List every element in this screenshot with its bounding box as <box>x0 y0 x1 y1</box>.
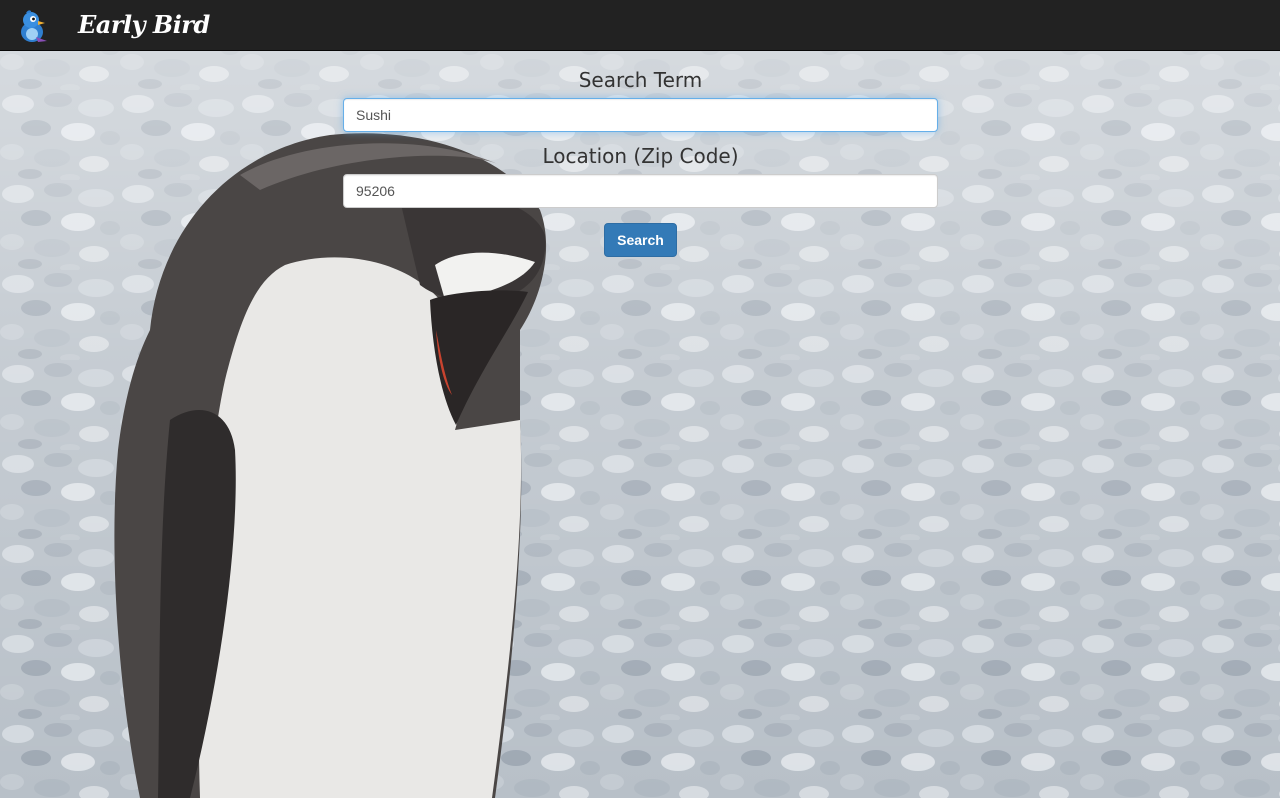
search-button[interactable]: Search <box>604 223 677 257</box>
search-term-input[interactable] <box>343 98 938 132</box>
search-form: Search Term Location (Zip Code) Search <box>343 62 938 257</box>
brand-name[interactable]: Early Bird <box>78 8 210 42</box>
bird-logo-icon[interactable] <box>14 8 50 44</box>
location-input[interactable] <box>343 174 938 208</box>
navbar: Early Bird <box>0 0 1280 51</box>
submit-row: Search <box>343 223 938 257</box>
location-label: Location (Zip Code) <box>542 144 739 168</box>
search-term-label: Search Term <box>578 68 703 92</box>
